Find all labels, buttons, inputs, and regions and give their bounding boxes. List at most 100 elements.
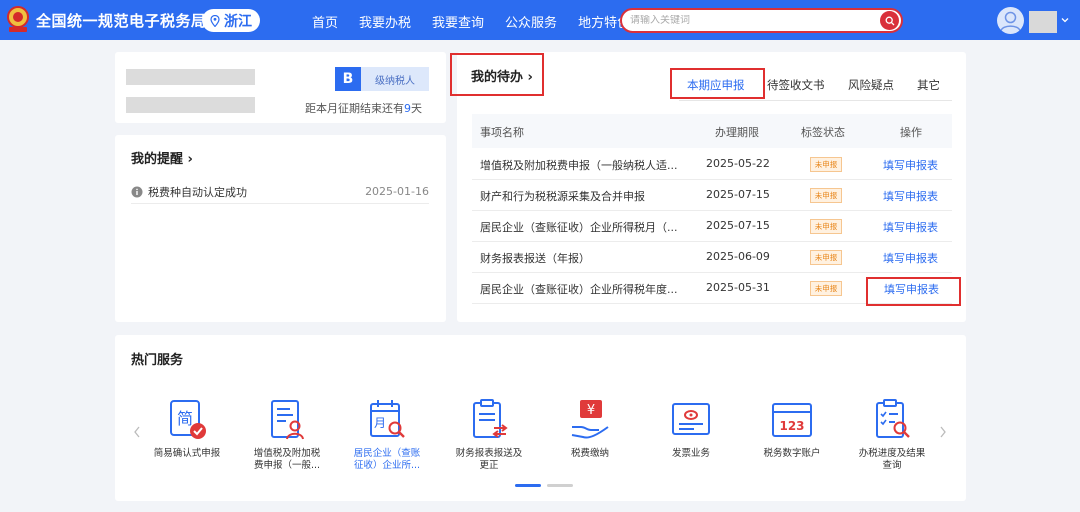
financial-report-icon — [473, 399, 508, 438]
user-avatar[interactable] — [997, 7, 1024, 34]
todo-title-text: 我的待办 — [471, 70, 524, 85]
service-label: 费申报（一般... — [253, 460, 321, 471]
site-title[interactable]: 全国统一规范电子税务局 — [36, 10, 207, 31]
search-box — [620, 8, 903, 33]
service-label: 发票业务 — [671, 448, 710, 459]
tax-payment-icon: ¥ — [571, 400, 609, 439]
location-pin-icon — [210, 14, 220, 27]
todo-card: 我的待办 › 本期应申报 待签收文书 风险疑点 其它 事项名称 办理期限 标签状… — [450, 52, 966, 322]
item-name: 增值税及附加税费申报（一般纳税人适... — [480, 159, 678, 172]
item-deadline: 2025-07-15 — [706, 188, 770, 201]
user-icon — [1000, 11, 1021, 32]
service-label: 增值税及附加税 — [253, 448, 321, 459]
province-label: 浙江 — [224, 13, 252, 30]
service-label: 查询 — [882, 460, 902, 471]
service-financial-report[interactable]: 财务报表报送及 更正 — [439, 397, 539, 472]
period-suffix: 天 — [411, 102, 422, 115]
fill-form-link[interactable]: 填写申报表 — [883, 157, 938, 173]
credit-level-badge: B — [335, 67, 361, 91]
svg-text:简: 简 — [177, 409, 193, 428]
filing-period-note: 距本月征期结束还有9天 — [305, 100, 422, 116]
svg-text:123: 123 — [779, 419, 804, 433]
nav-query[interactable]: 我要查询 — [432, 12, 484, 31]
table-row: 居民企业（查账征收）企业所得税月（... 2025-07-15 未申报 填写申报… — [472, 211, 952, 242]
user-name-redacted[interactable] — [1029, 11, 1057, 33]
item-name: 居民企业（查账征收）企业所得税年度... — [480, 283, 678, 296]
nav-file-tax[interactable]: 我要办税 — [359, 12, 411, 31]
company-name-redacted — [126, 69, 255, 85]
search-input[interactable] — [622, 15, 872, 26]
reminders-card: 我的提醒 › 税费种自动认定成功 2025-01-16 — [115, 135, 446, 322]
status-badge: 未申报 — [810, 281, 842, 296]
info-icon — [131, 186, 143, 197]
status-badge: 未申报 — [810, 157, 842, 172]
main-nav: 首页 我要办税 我要查询 公众服务 地方特色 — [312, 12, 651, 31]
hot-services-card: 热门服务 简 简易确认式申报 增值税及附加税 费申报（一般... 月 居民企业（… — [115, 335, 966, 501]
search-icon — [885, 16, 894, 25]
status-badge: 未申报 — [810, 250, 842, 265]
hot-services-title: 热门服务 — [131, 353, 184, 368]
service-digital-account[interactable]: 123 税务数字账户 — [742, 397, 842, 460]
service-invoice[interactable]: 发票业务 — [641, 397, 741, 460]
service-label: 税务数字账户 — [763, 448, 821, 459]
nav-public-service[interactable]: 公众服务 — [505, 12, 557, 31]
tabs-divider — [679, 100, 952, 101]
tab-documents-to-sign[interactable]: 待签收文书 — [767, 77, 825, 93]
item-deadline: 2025-07-15 — [706, 219, 770, 232]
service-cit-filing[interactable]: 月 居民企业（查账 征收）企业所... — [337, 397, 437, 472]
col-item-name: 事项名称 — [480, 126, 524, 139]
tab-others[interactable]: 其它 — [917, 77, 940, 93]
highlight-box-active-tab — [670, 68, 765, 99]
svg-text:月: 月 — [374, 416, 386, 430]
service-simple-confirm[interactable]: 简 简易确认式申报 — [137, 397, 237, 460]
item-name: 财产和行为税税源采集及合并申报 — [480, 190, 645, 203]
item-deadline: 2025-05-31 — [706, 281, 770, 294]
service-vat-return[interactable]: 增值税及附加税 费申报（一般... — [237, 397, 337, 472]
reminders-title-text: 我的提醒 — [131, 152, 184, 167]
digital-account-icon: 123 — [772, 403, 812, 437]
carousel-pagination — [515, 484, 573, 487]
status-badge: 未申报 — [810, 219, 842, 234]
nav-home[interactable]: 首页 — [312, 12, 338, 31]
tab-risk-issues[interactable]: 风险疑点 — [848, 77, 894, 93]
item-deadline: 2025-06-09 — [706, 250, 770, 263]
carousel-dot-2[interactable] — [547, 484, 573, 487]
table-row: 财务报表报送（年报） 2025-06-09 未申报 填写申报表 — [472, 242, 952, 273]
service-label: 居民企业（查账 — [353, 448, 421, 459]
todo-title[interactable]: 我的待办 › — [471, 66, 533, 85]
service-progress-query[interactable]: 办税进度及结果 查询 — [842, 397, 942, 472]
profile-card: B 级纳税人 距本月征期结束还有9天 — [115, 52, 446, 123]
tax-id-redacted — [126, 97, 255, 113]
fill-form-link[interactable]: 填写申报表 — [883, 250, 938, 266]
service-label: 办税进度及结果 — [858, 448, 926, 459]
highlight-box-fill-form — [866, 277, 961, 306]
service-tax-payment[interactable]: ¥ 税费缴纳 — [540, 397, 640, 460]
service-label: 简易确认式申报 — [153, 448, 221, 459]
province-selector[interactable]: 浙江 — [202, 9, 260, 32]
col-deadline: 办理期限 — [715, 126, 759, 139]
item-name: 居民企业（查账征收）企业所得税月（... — [480, 221, 678, 234]
service-label: 更正 — [479, 460, 499, 471]
fill-form-link[interactable]: 填写申报表 — [883, 219, 938, 235]
reminder-item[interactable]: 税费种自动认定成功 2025-01-16 — [131, 180, 429, 204]
fill-form-link[interactable]: 填写申报表 — [883, 188, 938, 204]
progress-query-icon — [876, 399, 910, 438]
table-row: 财产和行为税税源采集及合并申报 2025-07-15 未申报 填写申报表 — [472, 180, 952, 211]
chevron-down-icon[interactable] — [1060, 15, 1070, 25]
period-prefix: 距本月征期结束还有 — [305, 102, 404, 115]
reminder-text: 税费种自动认定成功 — [148, 185, 247, 199]
svg-text:¥: ¥ — [587, 403, 595, 418]
item-name: 财务报表报送（年报） — [480, 252, 590, 265]
reminders-title[interactable]: 我的提醒 › — [131, 148, 193, 167]
invoice-icon — [672, 403, 710, 435]
tax-emblem-icon — [7, 6, 29, 32]
search-button[interactable] — [880, 11, 899, 30]
period-days: 9 — [404, 102, 411, 115]
service-label: 税费缴纳 — [570, 448, 609, 459]
simple-confirm-icon: 简 — [170, 400, 206, 439]
taxpayer-type-label: 级纳税人 — [361, 67, 429, 91]
carousel-dot-1[interactable] — [515, 484, 541, 487]
cit-calendar-icon: 月 — [370, 400, 405, 438]
top-header: 全国统一规范电子税务局 浙江 首页 我要办税 我要查询 公众服务 地方特色 — [0, 0, 1080, 40]
service-label: 财务报表报送及 — [455, 448, 523, 459]
